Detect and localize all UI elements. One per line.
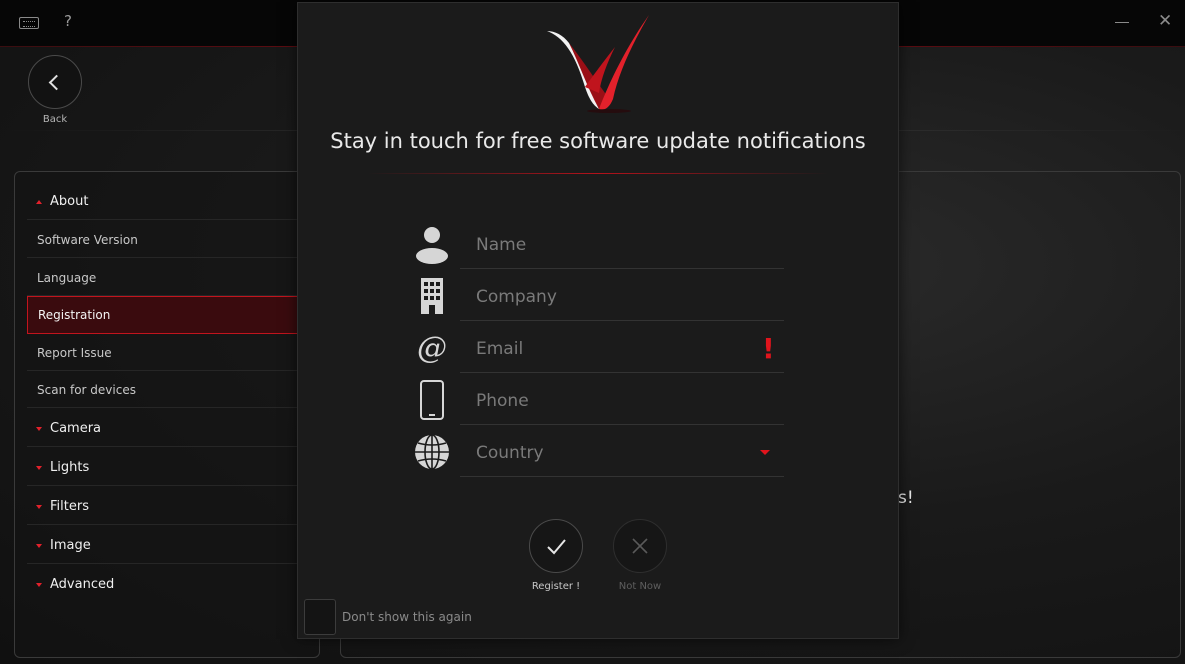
dialog-title: Stay in touch for free software update n…	[330, 129, 866, 153]
back-button[interactable]	[28, 55, 82, 109]
sidebar-section-lights[interactable]: Lights	[27, 450, 313, 486]
name-input[interactable]	[474, 231, 748, 259]
building-icon	[421, 278, 443, 314]
company-input-wrapper	[460, 270, 784, 321]
sidebar-item-label: Registration	[38, 308, 111, 322]
svg-text:@: @	[417, 331, 447, 366]
sidebar-section-filters[interactable]: Filters	[27, 489, 313, 525]
sidebar-section-about[interactable]: About	[27, 184, 313, 220]
title-divider	[368, 173, 828, 174]
registration-message-fragment: s!	[898, 488, 914, 508]
phone-field-row	[408, 374, 788, 426]
person-icon	[416, 227, 448, 264]
sidebar-item-language[interactable]: Language	[27, 260, 313, 296]
sidebar-item-report-issue[interactable]: Report Issue	[27, 335, 313, 371]
close-x-icon	[632, 538, 648, 554]
name-input-wrapper	[460, 218, 784, 269]
keyboard-icon[interactable]	[19, 17, 39, 29]
phone-input-wrapper	[460, 374, 784, 425]
email-input[interactable]	[474, 335, 748, 363]
collapsed-arrow-icon	[36, 544, 42, 548]
globe-icon	[415, 434, 449, 470]
sidebar-item-label: Image	[50, 538, 91, 553]
phone-icon	[420, 380, 444, 420]
app-window: ? ✕ Back About Software Version Language…	[0, 0, 1185, 664]
register-button[interactable]	[529, 519, 583, 573]
email-input-wrapper: !	[460, 322, 784, 373]
checkmark-icon	[547, 539, 566, 555]
sidebar-item-label: About	[50, 194, 89, 209]
at-sign-icon: @	[417, 331, 447, 366]
sidebar-item-scan-for-devices[interactable]: Scan for devices	[27, 372, 313, 408]
sidebar-item-label: Software Version	[37, 233, 138, 247]
email-field-row: @ !	[408, 322, 788, 374]
minimize-button[interactable]	[1115, 22, 1129, 23]
company-input[interactable]	[474, 283, 748, 311]
sidebar-item-registration[interactable]: Registration	[27, 296, 313, 334]
sidebar-item-label: Report Issue	[37, 346, 112, 360]
sidebar-item-software-version[interactable]: Software Version	[27, 222, 313, 258]
register-label: Register !	[531, 581, 581, 592]
sidebar-item-label: Lights	[50, 460, 90, 475]
not-now-button[interactable]	[613, 519, 667, 573]
collapsed-arrow-icon	[36, 505, 42, 509]
company-field-row	[408, 270, 788, 322]
collapsed-arrow-icon	[36, 583, 42, 587]
email-error-icon: !	[762, 332, 775, 365]
help-button[interactable]: ?	[64, 12, 72, 30]
sidebar-section-image[interactable]: Image	[27, 528, 313, 564]
sidebar-item-label: Scan for devices	[37, 383, 136, 397]
back-label: Back	[42, 114, 68, 125]
sidebar-section-camera[interactable]: Camera	[27, 411, 313, 447]
dont-show-label: Don't show this again	[342, 610, 472, 624]
country-field-row	[408, 426, 788, 478]
sidebar-item-label: Language	[37, 271, 97, 285]
close-button[interactable]: ✕	[1158, 11, 1172, 31]
brand-logo	[547, 15, 649, 113]
collapsed-arrow-icon	[36, 427, 42, 431]
registration-dialog: Stay in touch for free software update n…	[297, 2, 899, 639]
sidebar-item-label: Camera	[50, 421, 102, 436]
sidebar-item-label: Filters	[50, 499, 89, 514]
sidebar-section-advanced[interactable]: Advanced	[27, 567, 313, 603]
chevron-left-icon	[48, 74, 65, 91]
collapsed-arrow-icon	[36, 466, 42, 470]
phone-input[interactable]	[474, 387, 748, 415]
country-input[interactable]	[474, 439, 748, 467]
dont-show-checkbox[interactable]	[304, 599, 336, 635]
country-select[interactable]	[460, 426, 784, 477]
dropdown-arrow-icon[interactable]	[760, 450, 770, 455]
expanded-arrow-icon	[36, 200, 42, 204]
not-now-label: Not Now	[618, 581, 662, 592]
name-field-row	[408, 218, 788, 270]
settings-sidebar: About Software Version Language Registra…	[14, 171, 320, 658]
sidebar-item-label: Advanced	[50, 577, 115, 592]
